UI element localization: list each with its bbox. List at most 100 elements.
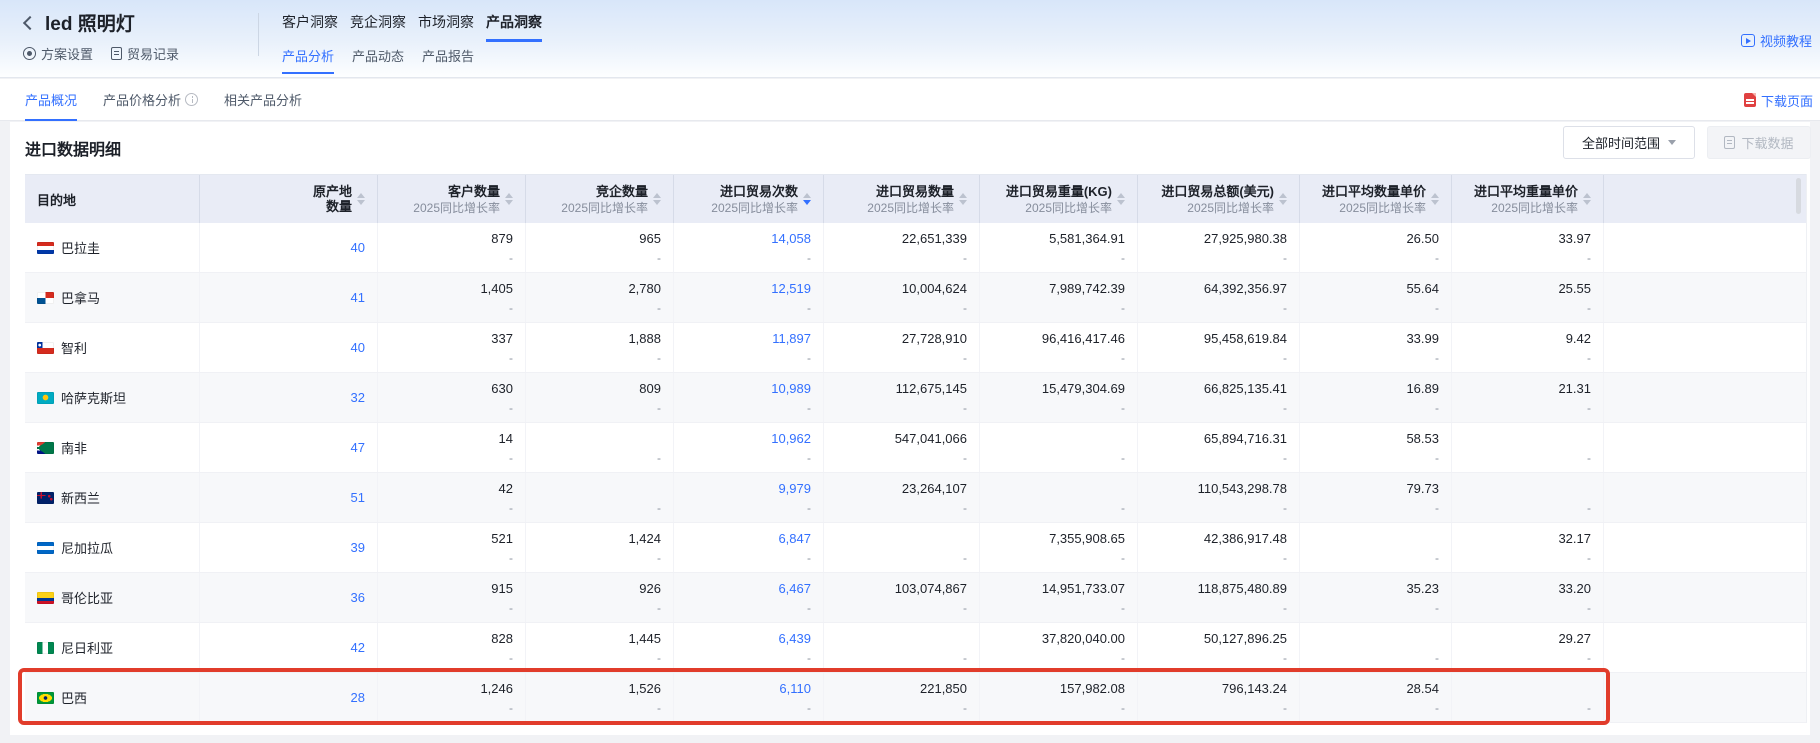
filler-cell <box>1604 273 1806 322</box>
filler-cell <box>1604 423 1806 472</box>
column-header-竞企数量[interactable]: 竞企数量2025同比增长率 <box>526 175 674 223</box>
sort-desc-icon[interactable] <box>505 200 513 205</box>
video-tutorial-link[interactable]: 视频教程 <box>1741 31 1812 50</box>
column-header-进口贸易数量[interactable]: 进口贸易数量2025同比增长率 <box>824 175 980 223</box>
origin-count-link[interactable]: 40 <box>351 239 365 256</box>
value-cell-客户数量: 1,246- <box>378 673 526 722</box>
sort-desc-icon[interactable] <box>357 200 365 205</box>
sort-asc-icon[interactable] <box>505 193 513 198</box>
time-range-dropdown[interactable]: 全部时间范围 <box>1563 126 1695 159</box>
origin-count-link[interactable]: 42 <box>351 639 365 656</box>
sort-icons[interactable] <box>357 193 365 205</box>
origin-count-link[interactable]: 39 <box>351 539 365 556</box>
sort-icons[interactable] <box>1431 193 1439 205</box>
sort-asc-icon[interactable] <box>1279 193 1287 198</box>
value-cell-竞企数量: - <box>526 423 674 472</box>
cell-value: 25.55 <box>1464 280 1591 297</box>
analysis-tab-相关产品分析[interactable]: 相关产品分析 <box>224 79 302 121</box>
sort-desc-icon[interactable] <box>1583 200 1591 205</box>
growth-rate-value: - <box>1150 651 1287 665</box>
value-cell-进口贸易数量: 27,728,910- <box>824 323 980 372</box>
trade-count-link[interactable]: 6,467 <box>686 580 811 597</box>
download-data-button[interactable]: 下载数据 <box>1707 126 1811 159</box>
back-icon[interactable] <box>23 15 37 29</box>
main-tab-市场洞察[interactable]: 市场洞察 <box>418 12 474 42</box>
trade-count-link[interactable]: 9,979 <box>686 480 811 497</box>
trade-count-link[interactable]: 11,897 <box>686 330 811 347</box>
value-cell-进口贸易总额(美元): 42,386,917.48- <box>1138 523 1300 572</box>
sort-icons[interactable] <box>1117 193 1125 205</box>
app-window: led 照明灯 方案设置 贸易记录 客户洞察竞企洞察市场洞察产品洞察 产品分析产… <box>0 0 1820 743</box>
download-page-link[interactable]: 下载页面 <box>1744 79 1813 121</box>
analysis-tab-产品价格分析[interactable]: 产品价格分析 <box>103 79 198 121</box>
plan-settings-button[interactable]: 方案设置 <box>23 44 93 63</box>
trade-count-link[interactable]: 12,519 <box>686 280 811 297</box>
column-header-进口贸易次数[interactable]: 进口贸易次数2025同比增长率 <box>674 175 824 223</box>
sort-desc-icon[interactable] <box>653 200 661 205</box>
value-cell-进口贸易数量: - <box>824 623 980 672</box>
origin-count-link[interactable]: 47 <box>351 439 365 456</box>
sort-desc-icon[interactable] <box>1117 200 1125 205</box>
growth-rate-value: - <box>836 651 967 665</box>
trade-count-link[interactable]: 6,847 <box>686 530 811 547</box>
sort-icons[interactable] <box>505 193 513 205</box>
table-header-row: 目的地 原产地 数量 客户数量2025同比增长率竞企数量2025同比增长率进口贸… <box>25 174 1806 223</box>
table-scrollbar-thumb[interactable] <box>1796 178 1801 214</box>
column-header-进口平均数量单价[interactable]: 进口平均数量单价2025同比增长率 <box>1300 175 1452 223</box>
cell-value: 55.64 <box>1312 280 1439 297</box>
sort-asc-icon[interactable] <box>959 193 967 198</box>
sort-icons[interactable] <box>653 193 661 205</box>
value-cell-竞企数量: - <box>526 473 674 522</box>
growth-rate-value: - <box>1312 551 1439 565</box>
sort-icons[interactable] <box>1583 193 1591 205</box>
origin-count-link[interactable]: 36 <box>351 589 365 606</box>
sort-asc-icon[interactable] <box>803 193 811 198</box>
value-cell-竞企数量: 965- <box>526 223 674 272</box>
column-header-进口贸易总额(美元)[interactable]: 进口贸易总额(美元)2025同比增长率 <box>1138 175 1300 223</box>
sort-asc-icon[interactable] <box>1117 193 1125 198</box>
trade-count-link[interactable]: 6,439 <box>686 630 811 647</box>
data-table: 目的地 原产地 数量 客户数量2025同比增长率竞企数量2025同比增长率进口贸… <box>25 174 1807 723</box>
growth-rate-value: - <box>538 351 661 365</box>
sort-icons[interactable] <box>959 193 967 205</box>
main-tab-客户洞察[interactable]: 客户洞察 <box>282 12 338 42</box>
growth-rate-value: - <box>538 601 661 615</box>
sort-icons[interactable] <box>1279 193 1287 205</box>
sub-tab-产品报告[interactable]: 产品报告 <box>422 46 474 74</box>
sort-asc-icon[interactable] <box>1583 193 1591 198</box>
table-row-新西兰: 新西兰5142--9,979-23,264,107--110,543,298.7… <box>25 473 1806 523</box>
main-tab-产品洞察[interactable]: 产品洞察 <box>486 12 542 42</box>
value-cell-进口平均数量单价: 79.73- <box>1300 473 1452 522</box>
growth-rate-value: - <box>836 401 967 415</box>
column-header-进口贸易重量(KG)[interactable]: 进口贸易重量(KG)2025同比增长率 <box>980 175 1138 223</box>
sort-asc-icon[interactable] <box>1431 193 1439 198</box>
origin-count-link[interactable]: 40 <box>351 339 365 356</box>
sub-tab-产品分析[interactable]: 产品分析 <box>282 46 334 74</box>
trade-count-link[interactable]: 6,110 <box>686 680 811 697</box>
trade-count-link[interactable]: 10,962 <box>686 430 811 447</box>
main-tab-竞企洞察[interactable]: 竞企洞察 <box>350 12 406 42</box>
sort-desc-icon[interactable] <box>959 200 967 205</box>
page-title: led 照明灯 <box>45 9 135 36</box>
sort-icons[interactable] <box>803 193 811 205</box>
sort-desc-icon[interactable] <box>803 200 811 205</box>
trade-count-link[interactable]: 14,058 <box>686 230 811 247</box>
column-header-进口平均重量单价[interactable]: 进口平均重量单价2025同比增长率 <box>1452 175 1604 223</box>
origin-count-link[interactable]: 41 <box>351 289 365 306</box>
sort-asc-icon[interactable] <box>653 193 661 198</box>
sort-desc-icon[interactable] <box>1279 200 1287 205</box>
country-name: 哈萨克斯坦 <box>61 388 126 407</box>
trade-records-button[interactable]: 贸易记录 <box>111 44 179 63</box>
origin-count-link[interactable]: 32 <box>351 389 365 406</box>
origin-count-cell: 51 <box>200 473 378 522</box>
sub-tab-产品动态[interactable]: 产品动态 <box>352 46 404 74</box>
trade-count-link[interactable]: 10,989 <box>686 380 811 397</box>
column-header-客户数量[interactable]: 客户数量2025同比增长率 <box>378 175 526 223</box>
colombia-flag-icon <box>37 592 54 604</box>
origin-count-link[interactable]: 28 <box>351 689 365 706</box>
origin-count-link[interactable]: 51 <box>351 489 365 506</box>
column-header-origin-count[interactable]: 原产地 数量 <box>200 175 378 223</box>
analysis-tab-产品概况[interactable]: 产品概况 <box>25 79 77 121</box>
sort-desc-icon[interactable] <box>1431 200 1439 205</box>
sort-asc-icon[interactable] <box>357 193 365 198</box>
